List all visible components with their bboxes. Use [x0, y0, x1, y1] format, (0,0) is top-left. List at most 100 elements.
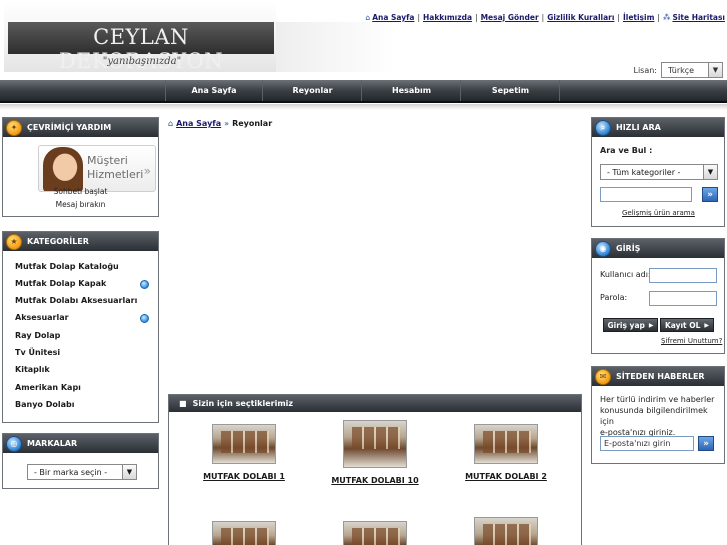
brand-select[interactable]: - Bir marka seçin - ▼ — [27, 464, 137, 480]
product-image[interactable] — [343, 521, 407, 545]
featured-box-title: Sizin için seçtiklerimiz — [192, 399, 294, 408]
newsletter-submit-button[interactable]: » — [698, 436, 714, 451]
customer-service-banner[interactable]: Müşteri Hizmetleri » — [38, 145, 156, 192]
main-nav: Ana Sayfa Reyonlar Hesabım Sepetim — [0, 80, 727, 103]
nav-item-departments[interactable]: Reyonlar — [264, 80, 362, 101]
product-image[interactable] — [474, 517, 538, 545]
nav-item-account[interactable]: Hesabım — [363, 80, 461, 101]
top-link-contact[interactable]: İletişim — [623, 13, 654, 22]
category-item[interactable]: Ray Dolap — [15, 331, 60, 340]
category-item[interactable]: Tv Ünitesi — [15, 348, 60, 357]
product-name[interactable]: MUTFAK DOLABI 10 — [315, 476, 435, 485]
categories-icon: ★ — [6, 233, 22, 250]
chevron-down-icon: ▼ — [708, 63, 722, 77]
product-image[interactable] — [474, 424, 538, 464]
logo-plate: CEYLAN DEKORASYON — [8, 22, 274, 73]
logo-slogan: "yanıbaşınızda" — [102, 56, 182, 67]
nav-item-cart[interactable]: Sepetim — [462, 80, 560, 101]
search-category-select[interactable]: - Tüm kategoriler - ▼ — [600, 164, 718, 180]
category-item[interactable]: Mutfak Dolabı Aksesuarları — [15, 296, 137, 305]
leave-message-link[interactable]: Mesaj bırakın — [3, 200, 158, 209]
chevron-down-icon: ▼ — [122, 465, 136, 479]
brands-box-title: MARKALAR — [27, 439, 78, 448]
top-link-sitemap[interactable]: Site Haritası — [672, 13, 725, 22]
expand-icon[interactable] — [140, 280, 149, 289]
featured-products-box: ■ Sizin için seçtiklerimiz MUTFAK DOLABI… — [168, 394, 582, 545]
nav-shadow — [0, 104, 727, 110]
advanced-search-link[interactable]: Gelişmiş ürün arama — [622, 209, 695, 217]
header-fade — [276, 22, 396, 72]
start-chat-link[interactable]: Sohbeti başlat — [3, 187, 158, 196]
categories-box-title: KATEGORİLER — [27, 237, 89, 246]
product-card[interactable] — [315, 521, 435, 545]
top-link-about[interactable]: Hakkımızda — [423, 13, 472, 22]
newsletter-text: Her türlü indirim ve haberler konusunda … — [600, 395, 715, 437]
user-icon: ◉ — [595, 240, 611, 257]
register-button-label: Kayıt OL — [664, 320, 701, 330]
category-item[interactable]: Amerikan Kapı — [15, 383, 81, 392]
featured-box-header: ■ Sizin için seçtiklerimiz — [169, 395, 581, 412]
product-card[interactable] — [184, 521, 304, 545]
brands-box-header: ◎ MARKALAR — [3, 434, 158, 453]
product-name[interactable]: MUTFAK DOLABI 2 — [446, 472, 566, 481]
register-button[interactable]: Kayıt OL ▶ — [660, 318, 714, 332]
breadcrumb-current: Reyonlar — [232, 119, 273, 128]
login-box: ◉ GİRİŞ Kullanıcı adı: Parola: Giriş yap… — [591, 238, 725, 354]
category-item[interactable]: Mutfak Dolap Kataloğu — [15, 262, 119, 271]
login-button-label: Giriş yap — [607, 320, 645, 330]
product-name[interactable]: MUTFAK DOLABI 1 — [184, 472, 304, 481]
expand-icon[interactable] — [140, 314, 149, 323]
quick-search-title: HIZLI ARA — [616, 123, 661, 132]
username-label: Kullanıcı adı: — [600, 270, 651, 279]
brand-select-value: - Bir marka seçin - — [34, 467, 108, 477]
product-image[interactable] — [212, 521, 276, 545]
categories-box: ★ KATEGORİLER Mutfak Dolap Kataloğu Mutf… — [2, 231, 159, 423]
top-link-message[interactable]: Mesaj Gönder — [481, 13, 539, 22]
quick-search-subtitle: Ara ve Bul : — [600, 146, 653, 155]
language-label: Lisan: — [633, 65, 657, 75]
newsletter-title: SİTEDEN HABERLER — [616, 372, 705, 381]
category-item[interactable]: Kitaplık — [15, 365, 50, 374]
product-image[interactable] — [212, 424, 276, 464]
login-button[interactable]: Giriş yap ▶ — [603, 318, 658, 332]
support-icon: ✦ — [6, 119, 22, 136]
password-input[interactable] — [649, 291, 717, 306]
nav-item-home[interactable]: Ana Sayfa — [165, 80, 263, 101]
home-icon: ⌂ — [168, 119, 174, 128]
language-select[interactable]: Türkçe ▼ — [661, 62, 723, 78]
newsletter-box: ✉ SİTEDEN HABERLER Her türlü indirim ve … — [591, 366, 725, 464]
arrow-right-icon: » — [224, 119, 230, 128]
search-input[interactable] — [600, 187, 692, 202]
language-value: Türkçe — [668, 65, 695, 75]
category-item[interactable]: Banyo Dolabı — [15, 400, 74, 409]
top-link-home[interactable]: Ana Sayfa — [372, 13, 414, 22]
logo-area[interactable]: CEYLAN DEKORASYON "yanıbaşınızda" — [4, 0, 276, 73]
product-image[interactable] — [343, 420, 407, 468]
quick-search-box: ⌕ HIZLI ARA Ara ve Bul : - Tüm kategoril… — [591, 117, 725, 227]
sitemap-icon: ⁂ — [662, 13, 671, 22]
top-link-privacy[interactable]: Gizlilik Kuralları — [547, 13, 614, 22]
support-box-title: ÇEVRİMİÇİ YARDIM — [27, 123, 112, 132]
password-label: Parola: — [600, 293, 628, 302]
category-item[interactable]: Aksesuarlar — [15, 313, 69, 322]
support-banner-line1: Müşteri — [87, 154, 128, 167]
categories-box-header: ★ KATEGORİLER — [3, 232, 158, 251]
bullet-icon: ■ — [179, 399, 187, 408]
double-chevron-right-icon: » — [143, 164, 151, 178]
search-go-button[interactable]: » — [702, 187, 718, 202]
home-icon: ⌂ — [365, 13, 371, 22]
product-card[interactable]: MUTFAK DOLABI 10 — [315, 420, 435, 485]
newsletter-email-input[interactable]: E-posta'nızı girin — [600, 436, 694, 451]
product-card[interactable] — [446, 517, 566, 545]
login-header: ◉ GİRİŞ — [592, 239, 724, 258]
forgot-password-link[interactable]: Şifremi Unuttum? — [661, 337, 722, 345]
category-item[interactable]: Mutfak Dolap Kapak — [15, 279, 106, 288]
support-banner-line2: Hizmetleri — [87, 168, 144, 181]
breadcrumb-home-link[interactable]: Ana Sayfa — [176, 119, 221, 128]
news-icon: ✉ — [595, 368, 611, 385]
quick-search-header: ⌕ HIZLI ARA — [592, 118, 724, 137]
username-input[interactable] — [649, 268, 717, 283]
brands-icon: ◎ — [6, 435, 22, 452]
product-card[interactable]: MUTFAK DOLABI 2 — [446, 424, 566, 481]
product-card[interactable]: MUTFAK DOLABI 1 — [184, 424, 304, 481]
